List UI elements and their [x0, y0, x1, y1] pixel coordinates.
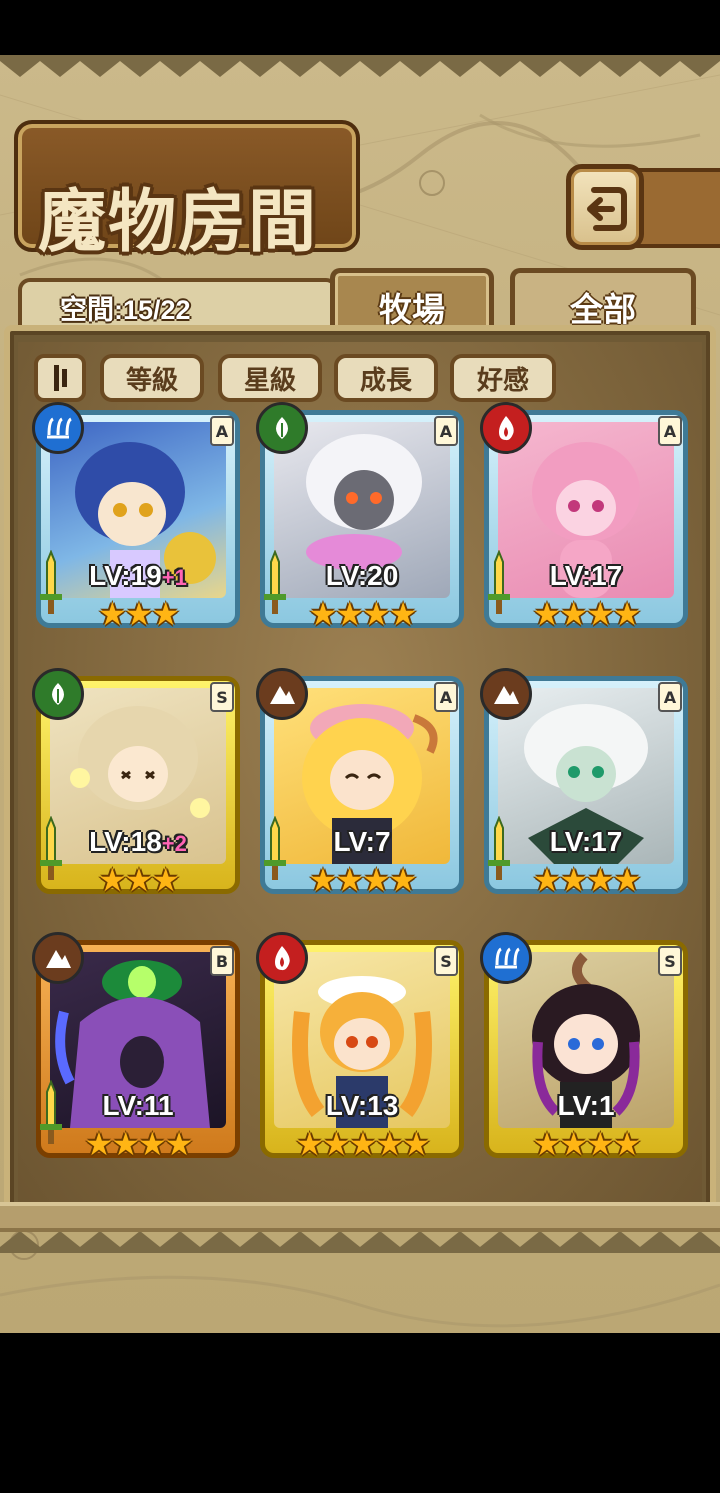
panel-bottom-strip — [0, 1202, 720, 1232]
rank-badge: A — [210, 416, 234, 446]
monster-level: LV:13 — [325, 1090, 399, 1121]
wood-element-icon — [32, 668, 84, 720]
fire-element-icon — [480, 402, 532, 454]
monster-level: LV:11 — [102, 1090, 174, 1121]
rank-badge: A — [434, 416, 458, 446]
star-rating: ★★★★ — [532, 595, 642, 633]
monster-level: LV:17 — [549, 826, 623, 857]
monster-card[interactable]: A LV:19+1 ★★★ — [32, 402, 240, 644]
filter-stars[interactable]: 星級 — [218, 354, 322, 402]
sort-order-icon — [53, 365, 59, 391]
monster-card[interactable]: A LV:17 ★★★★ — [480, 402, 688, 644]
monster-card[interactable]: S LV:18+2 ★★★ — [32, 668, 240, 910]
earth-element-icon — [32, 932, 84, 984]
rank-badge: S — [210, 682, 234, 712]
earth-element-icon — [256, 668, 308, 720]
fire-element-icon — [256, 932, 308, 984]
monster-level: LV:18+2 — [89, 826, 187, 857]
level-bonus: +1 — [161, 565, 187, 590]
top-zigzag-border — [0, 55, 720, 77]
earth-element-icon — [480, 668, 532, 720]
sort-order-icon-bar — [61, 369, 67, 387]
rank-badge: B — [210, 946, 234, 976]
space-capacity: 空間:15/22 — [60, 295, 191, 325]
monster-card[interactable]: A LV:17 ★★★★ — [480, 668, 688, 910]
rank-badge: S — [658, 946, 682, 976]
back-button[interactable] — [566, 164, 644, 250]
star-rating: ★★★★★ — [295, 1125, 430, 1163]
monster-level: LV:17 — [549, 560, 623, 591]
monster-card[interactable]: S LV:1 ★★★★ — [480, 932, 688, 1174]
rank-badge: A — [434, 682, 458, 712]
star-rating: ★★★ — [97, 595, 180, 633]
monster-card[interactable]: S LV:13 ★★★★★ — [256, 932, 464, 1174]
monster-level: LV:1 — [557, 1090, 615, 1121]
monster-level: LV:19+1 — [89, 560, 187, 591]
star-rating: ★★★★ — [532, 1125, 642, 1163]
monster-level: LV:20 — [325, 560, 399, 591]
star-rating: ★★★ — [97, 861, 180, 899]
water-element-icon — [480, 932, 532, 984]
filter-growth[interactable]: 成長 — [334, 354, 438, 402]
wood-element-icon — [256, 402, 308, 454]
rank-badge: A — [658, 682, 682, 712]
monster-level: LV:7 — [333, 826, 391, 857]
filter-level[interactable]: 等級 — [100, 354, 204, 402]
star-rating: ★★★★ — [308, 861, 418, 899]
page-title: 魔物房間 — [38, 182, 319, 262]
rank-badge: A — [658, 416, 682, 446]
water-element-icon — [32, 402, 84, 454]
star-rating: ★★★★ — [308, 595, 418, 633]
monster-card[interactable]: B LV:11 ★★★★ — [32, 932, 240, 1174]
sort-order-button[interactable] — [34, 354, 86, 402]
filter-affection[interactable]: 好感 — [450, 354, 556, 402]
star-rating: ★★★★ — [84, 1125, 194, 1163]
return-arrow-icon — [587, 187, 627, 231]
level-bonus: +2 — [161, 831, 187, 856]
star-rating: ★★★★ — [532, 861, 642, 899]
rank-badge: S — [434, 946, 458, 976]
monster-card[interactable]: A LV:20 ★★★★ — [256, 402, 464, 644]
monster-card[interactable]: A LV:7 ★★★★ — [256, 668, 464, 910]
